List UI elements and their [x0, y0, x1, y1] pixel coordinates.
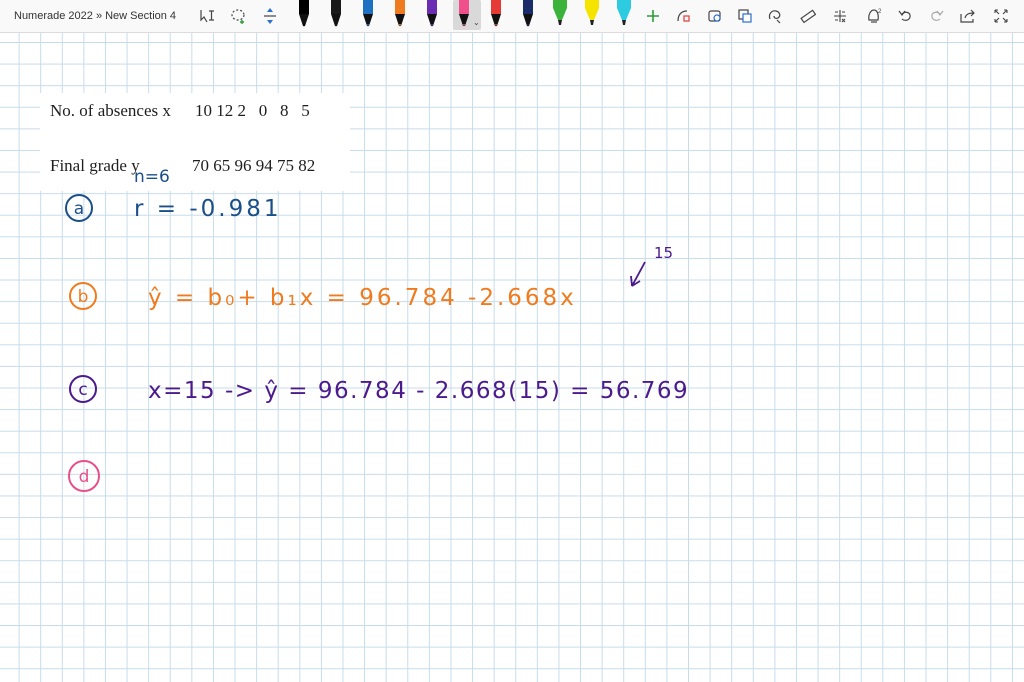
part-c-answer: x=15 -> ŷ = 96.784 - 2.668(15) = 56.769: [148, 378, 689, 404]
part-c-marker: c: [78, 380, 87, 400]
part-a-marker: a: [74, 199, 84, 219]
n-note: n=6: [134, 167, 170, 187]
part-a-answer: r = -0.981: [134, 196, 282, 222]
part-d-marker: d: [79, 467, 90, 487]
handwriting-layer: n=6 a r = -0.981 b ŷ = b₀+ b₁x = 96.784 …: [65, 167, 689, 492]
annotation-arrow: [630, 261, 646, 287]
part-b-marker: b: [78, 287, 89, 307]
part-b-answer: ŷ = b₀+ b₁x = 96.784 -2.668x: [148, 285, 577, 311]
part-b-annotation: 15: [654, 244, 673, 262]
